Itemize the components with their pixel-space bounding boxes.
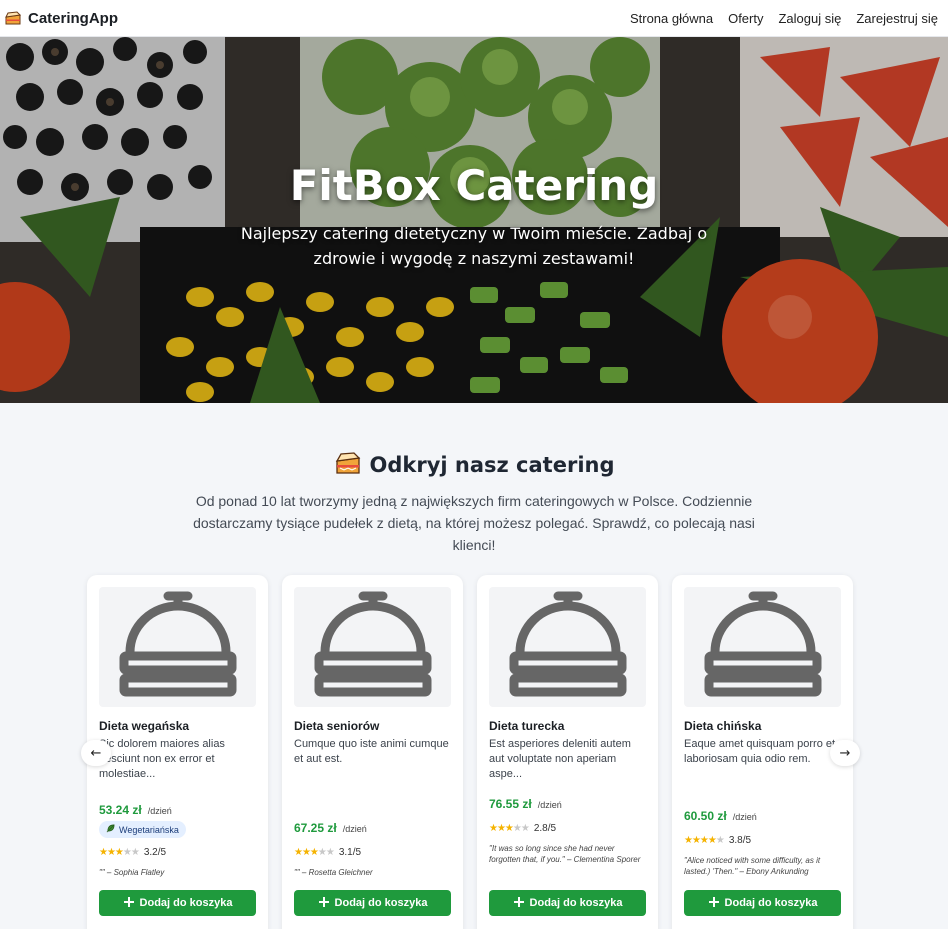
rating-stars: ★★★★★ [294, 847, 335, 858]
badge-label: Wegetariańska [119, 824, 179, 835]
price: 67.25 zł [294, 821, 337, 835]
rating-value: 3.8/5 [728, 835, 752, 846]
card-title: Dieta wegańska [99, 719, 190, 733]
rating-value: 2.8/5 [533, 823, 557, 834]
cloche-icon [313, 590, 433, 704]
card-title: Dieta turecka [489, 719, 565, 733]
leaf-icon [106, 824, 115, 835]
card-description: Cumque quo iste animi cumque et aut est. [294, 738, 449, 765]
card-image [294, 587, 451, 707]
hero-banner: FitBox Catering Najlepszy catering diete… [0, 37, 948, 403]
add-to-cart-button[interactable]: Dodaj do koszyka [489, 890, 646, 916]
diet-card[interactable]: Dieta chińska Eaque amet quisquam porro … [672, 575, 853, 929]
navbar: CateringApp Strona główna Oferty Zaloguj… [0, 0, 948, 37]
section-heading: Odkryj nasz catering [0, 450, 948, 480]
diet-card[interactable]: Dieta turecka Est asperiores deleniti au… [477, 575, 658, 929]
rating-row: ★★★★★ 2.8/5 [489, 823, 556, 834]
card-description: Eaque amet quisquam porro et laboriosam … [684, 738, 836, 765]
nav-link-login[interactable]: Zaloguj się [778, 11, 841, 26]
catering-carousel: Dieta wegańska Sic dolorem maiores alias… [87, 575, 855, 929]
price-unit: /dzień [147, 806, 172, 816]
cloche-icon [703, 590, 823, 704]
review-text: "It was so long since she had never forg… [489, 844, 641, 864]
section-description: Od ponad 10 lat tworzymy jedną z najwięk… [193, 493, 755, 553]
price-row: 67.25 zł /dzień [294, 821, 367, 835]
add-to-cart-label: Dodaj do koszyka [529, 897, 623, 909]
rating-row: ★★★★★ 3.1/5 [294, 847, 361, 858]
price: 60.50 zł [684, 809, 727, 823]
add-to-cart-label: Dodaj do koszyka [334, 897, 428, 909]
price-unit: /dzień [537, 800, 562, 810]
hero-title: FitBox Catering [289, 161, 659, 210]
carousel-next-button[interactable]: → [830, 740, 860, 766]
card-image [99, 587, 256, 707]
diet-card[interactable]: Dieta wegańska Sic dolorem maiores alias… [87, 575, 268, 929]
arrow-right-icon: → [839, 745, 851, 761]
plus-icon [123, 896, 135, 911]
plus-icon [318, 896, 330, 911]
rating-stars: ★★★★★ [489, 823, 530, 834]
cloche-icon [508, 590, 628, 704]
rating-row: ★★★★★ 3.8/5 [684, 835, 751, 846]
price-unit: /dzień [342, 824, 367, 834]
price: 76.55 zł [489, 797, 532, 811]
card-image [684, 587, 841, 707]
nav-links: Strona główna Oferty Zaloguj się Zarejes… [630, 11, 938, 26]
price: 53.24 zł [99, 803, 142, 817]
review-text: "" – Rosetta Gleichner [294, 868, 373, 877]
section-title: Odkryj nasz catering [369, 453, 615, 477]
rating-value: 3.1/5 [338, 847, 362, 858]
diet-card[interactable]: Dieta seniorów Cumque quo iste animi cum… [282, 575, 463, 929]
carousel-prev-button[interactable]: ← [81, 740, 111, 766]
hero-text: FitBox Catering Najlepszy catering diete… [0, 37, 948, 403]
plus-icon [513, 896, 525, 911]
card-description: Sic dolorem maiores alias nesciunt non e… [99, 738, 225, 780]
add-to-cart-button[interactable]: Dodaj do koszyka [294, 890, 451, 916]
nav-link-offers[interactable]: Oferty [728, 11, 763, 26]
price-row: 60.50 zł /dzień [684, 809, 757, 823]
review-text: "Alice noticed with some difficulty, as … [684, 856, 821, 876]
price-unit: /dzień [732, 812, 757, 822]
hero-subtitle: Najlepszy catering dietetyczny w Twoim m… [240, 224, 708, 268]
cake-icon [4, 10, 22, 26]
add-to-cart-button[interactable]: Dodaj do koszyka [684, 890, 841, 916]
rating-stars: ★★★★★ [99, 847, 140, 858]
add-to-cart-button[interactable]: Dodaj do koszyka [99, 890, 256, 916]
card-title: Dieta seniorów [294, 719, 380, 733]
card-image [489, 587, 646, 707]
card-description: Est asperiores deleniti autem aut volupt… [489, 738, 631, 780]
rating-stars: ★★★★★ [684, 835, 725, 846]
cloche-icon [118, 590, 238, 704]
brand[interactable]: CateringApp [4, 10, 118, 27]
nav-link-home[interactable]: Strona główna [630, 11, 713, 26]
cake-icon [334, 450, 362, 480]
review-text: "" – Sophia Flatley [99, 868, 165, 877]
rating-value: 3.2/5 [143, 847, 167, 858]
add-to-cart-label: Dodaj do koszyka [724, 897, 818, 909]
price-row: 53.24 zł /dzień [99, 803, 172, 817]
card-title: Dieta chińska [684, 719, 762, 733]
diet-badge: Wegetariańska [99, 821, 186, 838]
arrow-left-icon: ← [90, 745, 102, 761]
rating-row: ★★★★★ 3.2/5 [99, 847, 166, 858]
brand-name: CateringApp [28, 9, 118, 27]
price-row: 76.55 zł /dzień [489, 797, 562, 811]
nav-link-register[interactable]: Zarejestruj się [856, 11, 938, 26]
add-to-cart-label: Dodaj do koszyka [139, 897, 233, 909]
plus-icon [708, 896, 720, 911]
